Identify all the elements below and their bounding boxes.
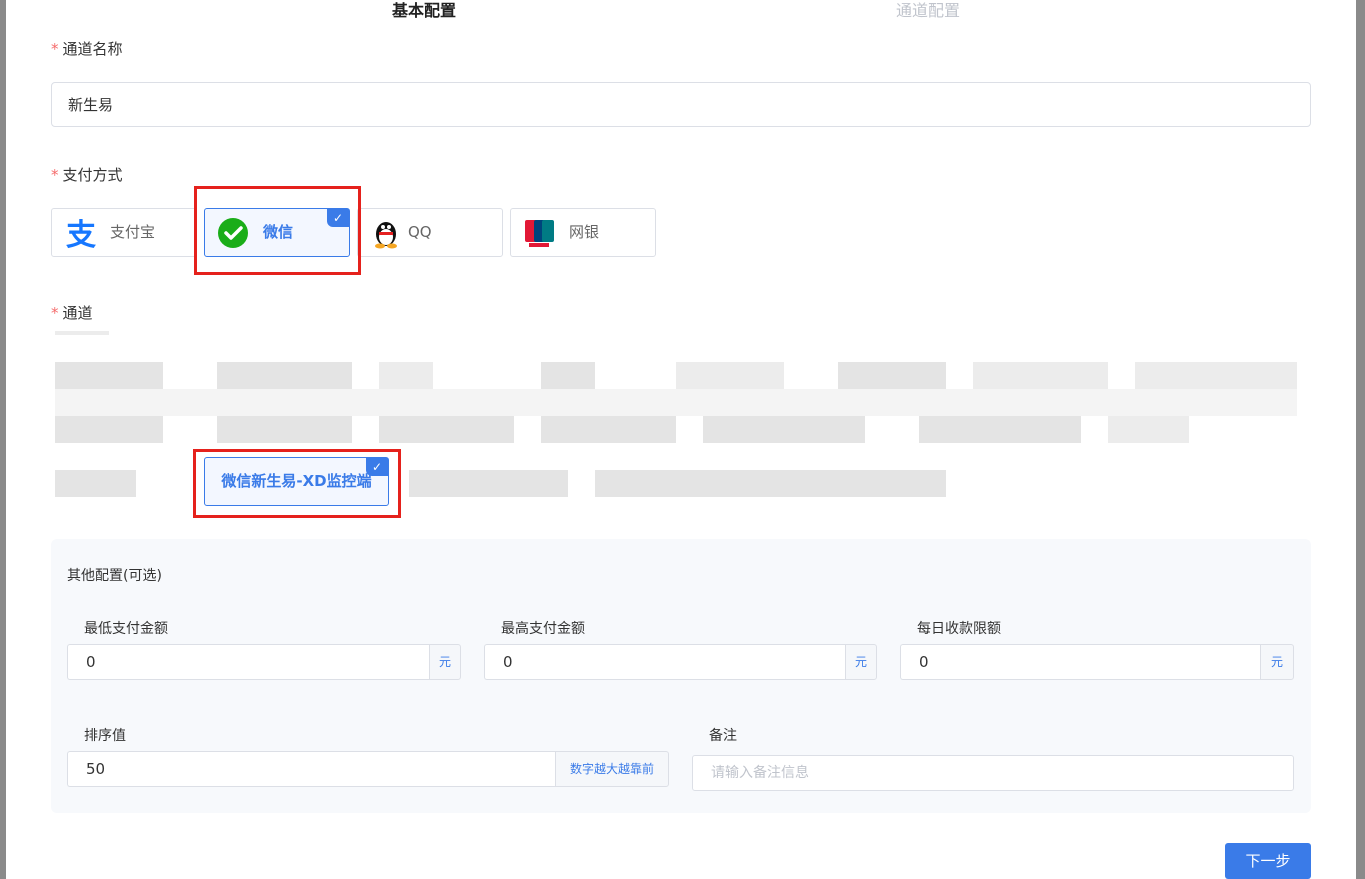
alipay-icon: 支 bbox=[66, 218, 96, 249]
step-channel-config[interactable]: 通道配置 bbox=[896, 0, 960, 22]
modal-dialog: 基本配置 通道配置 * 通道名称 新生易 * 支付方式 支 支付宝 微信 ✓ Q… bbox=[6, 0, 1356, 879]
pay-option-alipay[interactable]: 支 支付宝 bbox=[51, 208, 197, 257]
max-amount-group: 0 元 bbox=[484, 644, 877, 680]
blurred-region bbox=[1135, 362, 1297, 389]
remark-label: 备注 bbox=[709, 728, 737, 744]
check-icon: ✓ bbox=[366, 458, 388, 476]
next-step-button[interactable]: 下一步 bbox=[1225, 843, 1311, 879]
blurred-region bbox=[55, 331, 109, 335]
min-amount-group: 0 元 bbox=[67, 644, 461, 680]
unionpay-icon bbox=[525, 220, 554, 247]
pay-option-qq[interactable]: QQ bbox=[357, 208, 503, 257]
required-mark: * bbox=[51, 304, 59, 322]
step-basic-config[interactable]: 基本配置 bbox=[392, 0, 456, 22]
blurred-region bbox=[379, 416, 514, 443]
svg-text:支: 支 bbox=[66, 218, 96, 249]
blurred-region bbox=[55, 470, 136, 497]
blurred-region bbox=[55, 389, 1297, 416]
max-amount-label: 最高支付金额 bbox=[501, 621, 585, 637]
sort-hint: 数字越大越靠前 bbox=[555, 751, 669, 787]
qq-icon bbox=[375, 222, 397, 249]
daily-limit-group: 0 元 bbox=[900, 644, 1294, 680]
channel-name-input[interactable]: 新生易 bbox=[51, 82, 1311, 127]
blurred-region bbox=[379, 362, 433, 389]
blurred-region bbox=[973, 362, 1108, 389]
channel-option-selected[interactable]: 微信新生易-XD监控端 ✓ bbox=[204, 457, 389, 506]
required-mark: * bbox=[51, 166, 59, 184]
blurred-region bbox=[919, 416, 1081, 443]
min-amount-unit: 元 bbox=[429, 644, 461, 680]
blurred-region bbox=[595, 470, 946, 497]
sort-label: 排序值 bbox=[84, 728, 126, 744]
blurred-region bbox=[541, 362, 595, 389]
blurred-region bbox=[541, 416, 676, 443]
channel-name-label: * 通道名称 bbox=[51, 40, 123, 58]
pay-option-wechat[interactable]: 微信 ✓ bbox=[204, 208, 350, 257]
blurred-region bbox=[676, 362, 784, 389]
min-amount-input[interactable]: 0 bbox=[67, 644, 429, 680]
channel-label: * 通道 bbox=[51, 304, 93, 322]
other-config-title: 其他配置(可选) bbox=[67, 568, 162, 584]
blurred-region bbox=[217, 362, 352, 389]
max-amount-unit: 元 bbox=[845, 644, 877, 680]
required-mark: * bbox=[51, 40, 59, 58]
blurred-region bbox=[217, 416, 352, 443]
daily-limit-unit: 元 bbox=[1260, 644, 1294, 680]
check-icon: ✓ bbox=[327, 209, 349, 227]
daily-limit-input[interactable]: 0 bbox=[900, 644, 1260, 680]
blurred-region bbox=[703, 416, 865, 443]
blurred-region bbox=[55, 416, 163, 443]
blurred-region bbox=[838, 362, 946, 389]
pay-option-unionpay[interactable]: 网银 bbox=[510, 208, 656, 257]
blurred-region bbox=[1108, 416, 1189, 443]
remark-input[interactable]: 请输入备注信息 bbox=[692, 755, 1294, 791]
sort-input[interactable]: 50 bbox=[67, 751, 555, 787]
steps-bar: 基本配置 通道配置 bbox=[6, 0, 1356, 24]
blurred-region bbox=[409, 470, 568, 497]
sort-group: 50 数字越大越靠前 bbox=[67, 751, 669, 787]
wechat-icon bbox=[218, 218, 248, 248]
blurred-region bbox=[55, 362, 163, 389]
pay-method-label: * 支付方式 bbox=[51, 166, 123, 184]
max-amount-input[interactable]: 0 bbox=[484, 644, 845, 680]
other-config-panel: 其他配置(可选) 最低支付金额 0 元 最高支付金额 0 元 每日收款限额 0 … bbox=[51, 539, 1311, 813]
min-amount-label: 最低支付金额 bbox=[84, 621, 168, 637]
daily-limit-label: 每日收款限额 bbox=[917, 621, 1001, 637]
